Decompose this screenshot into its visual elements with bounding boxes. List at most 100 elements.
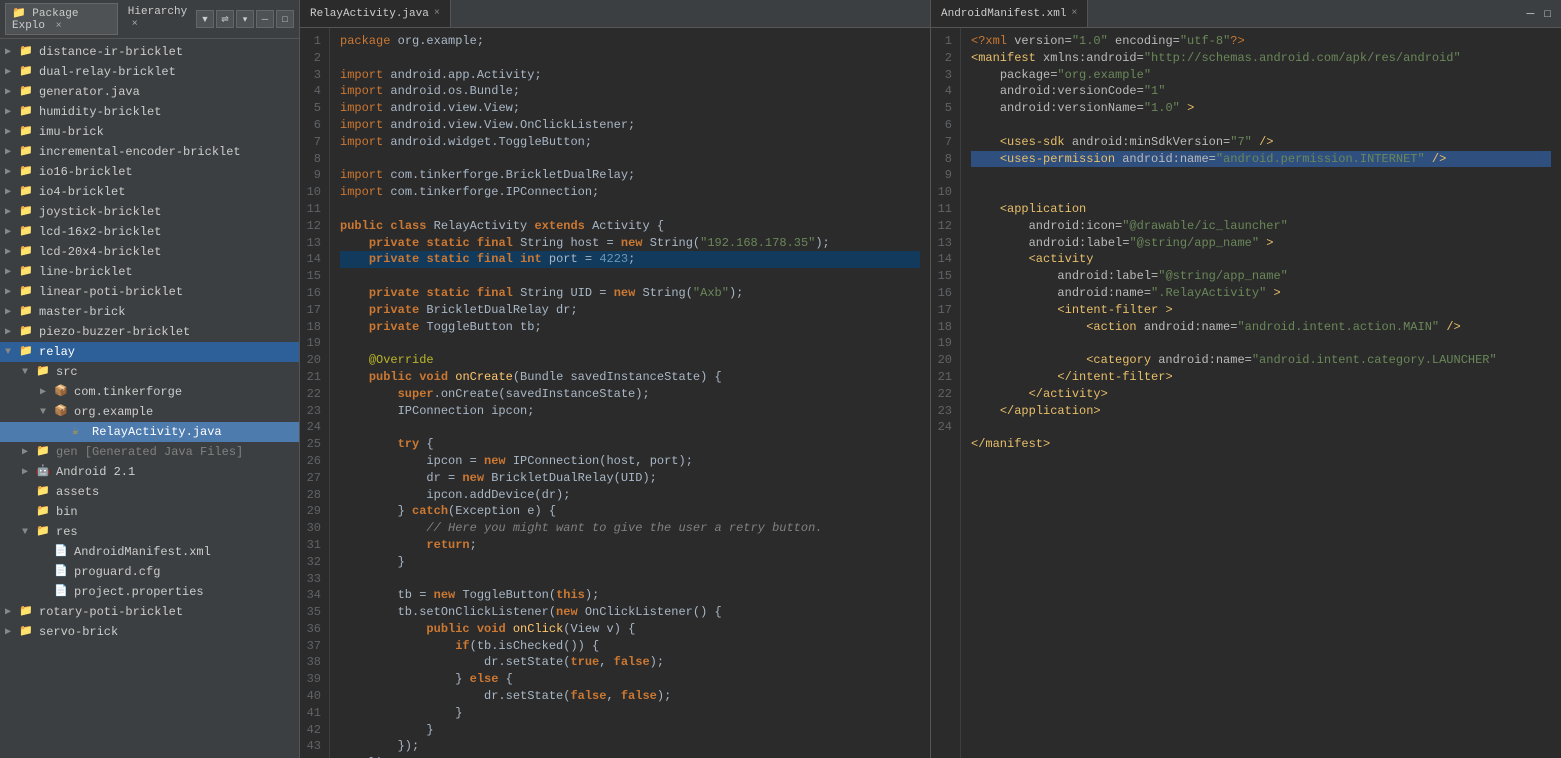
tree-label: distance-ir-bricklet [39,45,183,59]
project-icon: 📁 [19,164,35,180]
close-hierarchy-tab[interactable]: × [132,19,138,30]
tree-item-master-brick[interactable]: ▶ 📁 master-brick [0,302,299,322]
tree-item-android-manifest[interactable]: ▶ 📄 AndroidManifest.xml [0,542,299,562]
tree-item-joystick-bricklet[interactable]: ▶ 📁 joystick-bricklet [0,202,299,222]
tree-label: res [56,525,78,539]
tree-label: src [56,365,78,379]
tree-item-proguard[interactable]: ▶ 📄 proguard.cfg [0,562,299,582]
project-icon: 📁 [19,264,35,280]
tree-item-relay[interactable]: ▼ 📁 relay [0,342,299,362]
hierarchy-tab-label: Hierarchy [128,6,187,18]
expand-all-button[interactable]: ⇌ [216,10,234,28]
folder-icon: 📁 [36,524,52,540]
expand-arrow: ▶ [5,186,19,198]
expand-arrow: ▶ [40,386,54,398]
tree-label: Android 2.1 [56,465,135,479]
expand-arrow: ▼ [22,367,36,378]
tree-item-linear-poti-bricklet[interactable]: ▶ 📁 linear-poti-bricklet [0,282,299,302]
tree-item-rotary-poti-bricklet[interactable]: ▶ 📁 rotary-poti-bricklet [0,602,299,622]
tree-label: lcd-16x2-bricklet [39,225,161,239]
project-icon: 📁 [19,324,35,340]
expand-arrow: ▶ [5,106,19,118]
folder-icon: 📁 [36,444,52,460]
tree-item-imu-brick[interactable]: ▶ 📁 imu-brick [0,122,299,142]
maximize-sidebar-button[interactable]: □ [276,10,294,28]
close-manifest-tab[interactable]: × [1071,8,1077,19]
expand-arrow: ▶ [5,246,19,258]
line-numbers: 1234567891011121314151617181920212223242… [300,28,330,758]
tree-item-android21[interactable]: ▶ 🤖 Android 2.1 [0,462,299,482]
sidebar-menu-button[interactable]: ▾ [236,10,254,28]
android-icon: 🤖 [36,464,52,480]
expand-arrow: ▼ [40,407,54,418]
expand-arrow: ▶ [5,46,19,58]
folder-icon: 📁 [36,504,52,520]
xml-line-numbers: 123456789101112131415161718192021222324 [931,28,961,758]
tree-item-relay-activity-java[interactable]: ▶ ☕ RelayActivity.java [0,422,299,442]
tree-item-io16-bricklet[interactable]: ▶ 📁 io16-bricklet [0,162,299,182]
expand-arrow: ▶ [5,86,19,98]
file-icon: 📄 [54,564,70,580]
tab-package-explorer[interactable]: 📁 Package Explo × [5,3,118,35]
expand-arrow: ▶ [5,626,19,638]
tree-item-org-example[interactable]: ▼ 📦 org.example [0,402,299,422]
close-relay-tab[interactable]: × [434,8,440,19]
project-icon: 📁 [19,44,35,60]
maximize-manifest-button[interactable]: □ [1539,6,1556,22]
relay-activity-content[interactable]: 1234567891011121314151617181920212223242… [300,28,930,758]
tree-item-gen[interactable]: ▶ 📁 gen [Generated Java Files] [0,442,299,462]
project-icon: 📁 [19,344,35,360]
tree-label: servo-brick [39,625,118,639]
tree-label: relay [39,345,75,359]
tree-item-line-bricklet[interactable]: ▶ 📁 line-bricklet [0,262,299,282]
tree-item-res[interactable]: ▼ 📁 res [0,522,299,542]
java-file-icon: ☕ [72,424,88,440]
tree-item-bin[interactable]: ▶ 📁 bin [0,502,299,522]
expand-arrow: ▶ [5,126,19,138]
project-icon: 📁 [19,84,35,100]
project-icon: 📁 [19,304,35,320]
manifest-content[interactable]: 123456789101112131415161718192021222324 … [931,28,1561,758]
minimize-manifest-button[interactable]: ─ [1522,6,1540,22]
expand-arrow: ▼ [22,527,36,538]
tree-item-humidity-bricklet[interactable]: ▶ 📁 humidity-bricklet [0,102,299,122]
xml-code[interactable]: <?xml version="1.0" encoding="utf-8"?> <… [961,28,1561,758]
package-explorer-tab-label: 📁 Package Explo [12,8,79,32]
tree-item-incremental-encoder-bricklet[interactable]: ▶ 📁 incremental-encoder-bricklet [0,142,299,162]
tree-label: proguard.cfg [74,565,160,579]
relay-editor-header: RelayActivity.java × [300,0,930,28]
tree-item-assets[interactable]: ▶ 📁 assets [0,482,299,502]
expand-arrow: ▶ [5,286,19,298]
tree-label: io16-bricklet [39,165,133,179]
tree-item-com-tinkerforge[interactable]: ▶ 📦 com.tinkerforge [0,382,299,402]
tree-label: io4-bricklet [39,185,125,199]
sidebar-tabs: 📁 Package Explo × Hierarchy × [5,3,196,35]
expand-arrow: ▶ [5,306,19,318]
tree-item-dual-relay-bricklet[interactable]: ▶ 📁 dual-relay-bricklet [0,62,299,82]
tree-item-io4-bricklet[interactable]: ▶ 📁 io4-bricklet [0,182,299,202]
tree-label: org.example [74,405,153,419]
expand-arrow: ▶ [5,146,19,158]
tree-item-src[interactable]: ▼ 📁 src [0,362,299,382]
tree-item-project-properties[interactable]: ▶ 📄 project.properties [0,582,299,602]
tree-item-distance-ir-bricklet[interactable]: ▶ 📁 distance-ir-bricklet [0,42,299,62]
relay-activity-tab[interactable]: RelayActivity.java × [300,0,451,27]
expand-arrow: ▶ [5,226,19,238]
tab-hierarchy[interactable]: Hierarchy × [121,3,196,35]
relay-activity-editor: RelayActivity.java × 1234567891011121314… [300,0,931,758]
tree-item-piezo-buzzer-bricklet[interactable]: ▶ 📁 piezo-buzzer-bricklet [0,322,299,342]
tree-label: AndroidManifest.xml [74,545,211,559]
expand-arrow: ▶ [5,166,19,178]
tree-label: linear-poti-bricklet [39,285,183,299]
tree-item-generator-java[interactable]: ▶ 📁 generator.java [0,82,299,102]
tree-item-lcd-16x2-bricklet[interactable]: ▶ 📁 lcd-16x2-bricklet [0,222,299,242]
manifest-editor-header: AndroidManifest.xml × ─ □ [931,0,1561,28]
close-package-tab[interactable]: × [56,21,62,32]
java-code[interactable]: package org.example; import android.app.… [330,28,930,758]
project-tree[interactable]: ▶ 📁 distance-ir-bricklet ▶ 📁 dual-relay-… [0,39,299,758]
manifest-tab[interactable]: AndroidManifest.xml × [931,0,1088,27]
tree-item-lcd-20x4-bricklet[interactable]: ▶ 📁 lcd-20x4-bricklet [0,242,299,262]
minimize-sidebar-button[interactable]: ─ [256,10,274,28]
collapse-all-button[interactable]: ▼ [196,10,214,28]
tree-item-servo-brick[interactable]: ▶ 📁 servo-brick [0,622,299,642]
